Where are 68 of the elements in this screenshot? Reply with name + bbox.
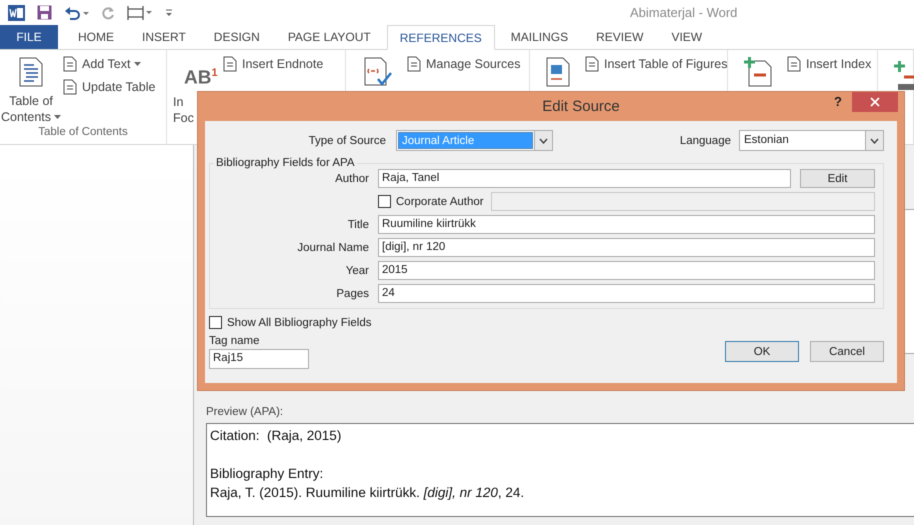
- checkbox-label: Corporate Author: [396, 196, 484, 208]
- field-label: Tag name: [209, 335, 261, 347]
- input-field[interactable]: Raja, Tanel: [378, 169, 791, 188]
- index-icon: [744, 57, 772, 87]
- input-field[interactable]: Ruumiline kiirtrükk: [378, 215, 875, 234]
- ribbon-tab[interactable]: PAGE LAYOUT: [276, 25, 383, 49]
- undo-icon[interactable]: [64, 6, 90, 20]
- document-icon: [62, 56, 78, 72]
- ribbon-button[interactable]: Insert Index: [786, 55, 872, 73]
- ribbon-button[interactable]: Insert Table of Figures: [584, 55, 728, 73]
- ribbon-tab[interactable]: DESIGN: [202, 25, 272, 49]
- field-label: Author: [334, 172, 369, 184]
- ribbon-tab[interactable]: FILE: [0, 25, 58, 49]
- footnote-icon: AB$^{1}$: [184, 63, 218, 88]
- preview-text: Raja, T. (2015). Ruumiline kiirtrükk. [digi], nr 120, 24.: [210, 484, 524, 502]
- document-icon: [222, 56, 238, 72]
- field-label: Pages: [335, 288, 369, 300]
- field-label: Title: [346, 218, 369, 230]
- dialog-button[interactable]: OK: [725, 341, 799, 362]
- field-label: Year: [344, 264, 369, 276]
- ribbon-tab[interactable]: HOME: [66, 25, 126, 49]
- chevron-down-icon: [870, 138, 879, 144]
- ribbon-tab[interactable]: VIEW: [659, 25, 714, 49]
- dialog-title: Edit Source: [542, 98, 620, 115]
- field-label: Type of Source: [308, 134, 386, 146]
- field-label: Language: [680, 134, 731, 146]
- checkbox[interactable]: [209, 316, 222, 329]
- input-field[interactable]: [digi], nr 120: [378, 238, 875, 257]
- input-field[interactable]: 2015: [378, 261, 875, 280]
- close-icon: [870, 97, 880, 107]
- citation-icon: [362, 57, 392, 87]
- input-field[interactable]: Raj15: [209, 349, 309, 369]
- group-label: Table of Contents: [37, 126, 129, 138]
- ribbon-button[interactable]: Add Text: [62, 55, 156, 73]
- ribbon-button[interactable]: Insert Endnote: [222, 55, 324, 73]
- touch-mode-icon[interactable]: [127, 4, 153, 20]
- ribbon-tab[interactable]: REVIEW: [584, 25, 656, 49]
- input-field[interactable]: 24: [378, 284, 875, 303]
- document-icon: [584, 56, 600, 72]
- checkbox-label: Show All Bibliography Fields: [227, 316, 372, 328]
- document-icon: [786, 56, 802, 72]
- ribbon-large-button[interactable]: Table of Contents: [0, 55, 62, 125]
- edit-button[interactable]: Edit: [800, 169, 875, 188]
- caret-icon: [54, 115, 62, 119]
- preview-text: Bibliography Entry:: [210, 465, 324, 483]
- customize-icon[interactable]: [165, 8, 173, 16]
- ribbon-button[interactable]: Update Table: [62, 78, 156, 96]
- caption-icon: [546, 57, 570, 87]
- dropdown[interactable]: Estonian: [739, 130, 884, 151]
- word-logo-icon[interactable]: [8, 4, 25, 20]
- document-icon: [406, 56, 422, 72]
- ribbon-tab[interactable]: REFERENCES: [386, 25, 495, 50]
- save-icon[interactable]: [37, 5, 52, 20]
- document-icon: [62, 79, 78, 95]
- ribbon-tab[interactable]: INSERT: [130, 25, 198, 49]
- dialog-button[interactable]: Cancel: [810, 341, 884, 362]
- ribbon-button[interactable]: Manage Sources: [406, 55, 521, 73]
- document-icon: [19, 57, 43, 87]
- chevron-down-icon: [539, 138, 548, 144]
- preview-text: Citation: (Raja, 2015): [210, 427, 342, 445]
- close-button[interactable]: [852, 92, 898, 112]
- window-title: Abimaterjal - Word: [630, 5, 738, 20]
- help-button[interactable]: ?: [830, 94, 846, 109]
- caret-icon: [134, 62, 142, 66]
- group-title: Bibliography Fields for APA: [215, 157, 356, 169]
- ribbon-tab[interactable]: MAILINGS: [498, 25, 580, 49]
- field-label: Journal Name: [296, 242, 369, 254]
- preview-label: Preview (APA):: [206, 406, 284, 418]
